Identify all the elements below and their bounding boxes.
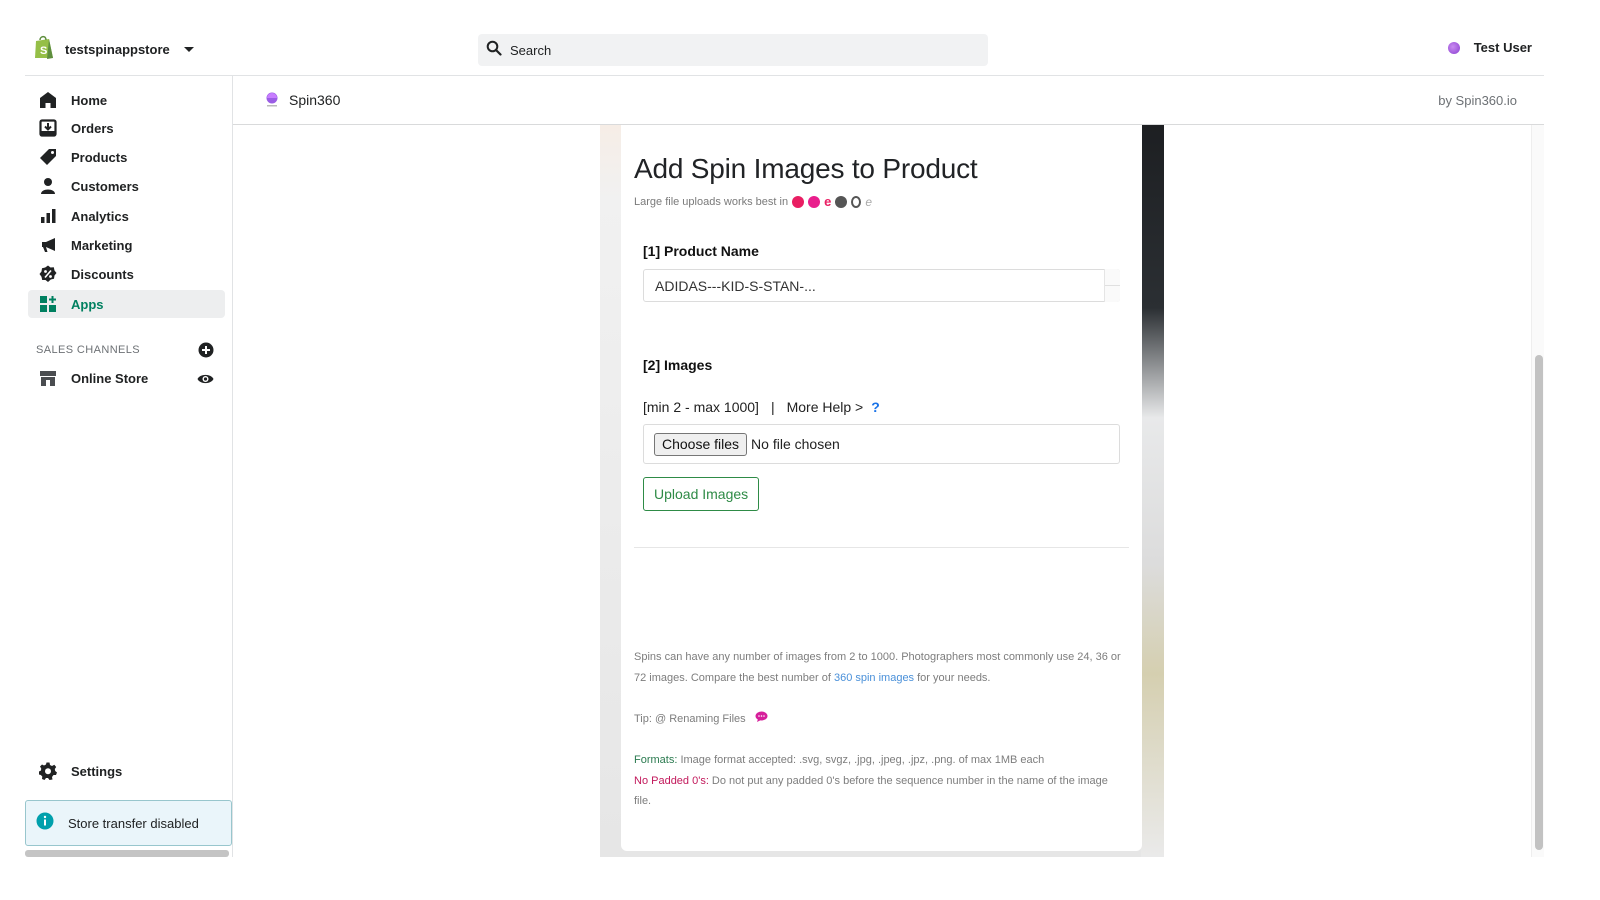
search-icon — [486, 40, 502, 61]
edge-icon: e — [824, 194, 832, 209]
sidebar-item-label: Orders — [71, 120, 114, 136]
sidebar-item-apps[interactable]: Apps — [28, 290, 225, 318]
sidebar-horizontal-scrollbar[interactable] — [25, 850, 229, 857]
chat-bubble-icon[interactable] — [755, 709, 768, 730]
shopify-logo-icon: S — [33, 34, 55, 65]
app-header: Spin360 by Spin360.io — [233, 76, 1544, 125]
sidebar-item-online-store[interactable]: Online Store — [28, 364, 225, 392]
eye-icon[interactable] — [197, 372, 214, 390]
sidebar-item-label: Marketing — [71, 237, 133, 253]
sales-channels-title: SALES CHANNELS — [36, 344, 141, 356]
safari-icon — [808, 196, 821, 208]
user-menu[interactable]: Test User — [1447, 40, 1532, 55]
opera-icon — [851, 196, 862, 208]
gear-icon — [38, 761, 58, 781]
file-status: No file chosen — [751, 436, 840, 452]
padded-key: No Padded 0's: — [634, 774, 709, 787]
sidebar-item-discounts[interactable]: Discounts — [28, 260, 225, 288]
bar-chart-icon — [38, 206, 58, 226]
info-text-end: for your needs. — [914, 671, 991, 684]
help-icon[interactable]: ? — [871, 399, 880, 415]
renaming-tip: Tip: @ Renaming Files — [634, 709, 1124, 730]
store-transfer-text: Store transfer disabled — [68, 815, 199, 831]
file-input[interactable]: Choose files No file chosen — [643, 424, 1120, 464]
caret-down-icon — [183, 47, 194, 52]
sidebar-item-label: Home — [71, 92, 108, 108]
chrome-icon — [792, 196, 805, 208]
vertical-scrollbar[interactable] — [1535, 355, 1543, 850]
upload-images-button[interactable]: Upload Images — [643, 477, 760, 511]
tip-text: Tip: @ Renaming Files — [634, 713, 746, 726]
home-icon — [38, 90, 58, 110]
browser-support-text: Large file uploads works best in — [634, 196, 789, 208]
sidebar-item-label: Settings — [71, 763, 123, 779]
user-name: Test User — [1473, 40, 1532, 55]
search-input[interactable] — [510, 42, 970, 58]
info-icon — [36, 812, 54, 835]
images-label: [2] Images — [643, 357, 713, 373]
store-transfer-banner: Store transfer disabled — [25, 800, 232, 846]
spin-images-link[interactable]: 360 spin images — [834, 672, 914, 684]
product-name-field[interactable] — [643, 269, 1120, 302]
formats-text: Image format accepted: .svg, svgz, .jpg,… — [677, 754, 1045, 766]
sidebar-item-label: Analytics — [71, 208, 129, 224]
divider — [634, 547, 1129, 548]
sidebar-item-products[interactable]: Products — [28, 143, 225, 171]
app-byline: by Spin360.io — [1438, 93, 1517, 108]
svg-text:S: S — [40, 45, 47, 57]
sidebar-item-settings[interactable]: Settings — [28, 757, 225, 785]
sidebar: Home Orders Products Customers Analytics… — [25, 76, 233, 857]
formats-note: Formats: Image format accepted: .svg, sv… — [634, 750, 1124, 812]
store-switcher[interactable]: S testspinappstore — [33, 34, 194, 65]
megaphone-icon — [38, 235, 58, 255]
add-sales-channel-icon[interactable] — [198, 342, 214, 363]
store-icon — [38, 368, 58, 388]
formats-key: Formats: — [634, 754, 678, 766]
choose-files-button[interactable]: Choose files — [654, 432, 748, 456]
sidebar-item-analytics[interactable]: Analytics — [28, 202, 225, 230]
sidebar-item-orders[interactable]: Orders — [28, 114, 225, 142]
separator: | — [770, 399, 775, 415]
browser-support-note: Large file uploads works best in e e — [634, 195, 872, 209]
spin-info-text: Spins can have any number of images from… — [634, 647, 1124, 688]
app-name: Spin360 — [289, 92, 341, 108]
person-icon — [38, 176, 58, 196]
apps-icon — [38, 294, 58, 314]
page-title: Add Spin Images to Product — [634, 153, 978, 184]
top-bar: S testspinappstore Test User — [25, 20, 1544, 76]
tag-icon — [38, 147, 58, 167]
sidebar-item-customers[interactable]: Customers — [28, 172, 225, 200]
search-bar[interactable] — [478, 34, 988, 66]
avatar — [1447, 41, 1460, 54]
resize-handle[interactable] — [1104, 269, 1120, 302]
store-name: testspinappstore — [65, 42, 170, 57]
upload-form-card: Add Spin Images to Product Large file up… — [621, 125, 1142, 851]
sidebar-item-label: Customers — [71, 178, 139, 194]
sidebar-item-marketing[interactable]: Marketing — [28, 231, 225, 259]
discount-icon — [38, 264, 58, 284]
range-text: [min 2 - max 1000] — [643, 399, 759, 415]
sidebar-item-label: Products — [71, 149, 128, 165]
orders-icon — [38, 118, 58, 138]
images-hint: [min 2 - max 1000] | More Help > ? — [643, 399, 880, 415]
sidebar-item-label: Apps — [71, 296, 104, 312]
more-help-link[interactable]: More Help > — [787, 399, 864, 415]
spin360-logo-icon — [265, 92, 279, 113]
product-name-label: [1] Product Name — [643, 243, 759, 259]
sidebar-item-label: Discounts — [71, 266, 134, 282]
ie-icon: e — [865, 195, 873, 209]
firefox-icon — [835, 196, 848, 208]
sidebar-item-home[interactable]: Home — [28, 86, 225, 114]
sidebar-item-label: Online Store — [71, 370, 149, 386]
